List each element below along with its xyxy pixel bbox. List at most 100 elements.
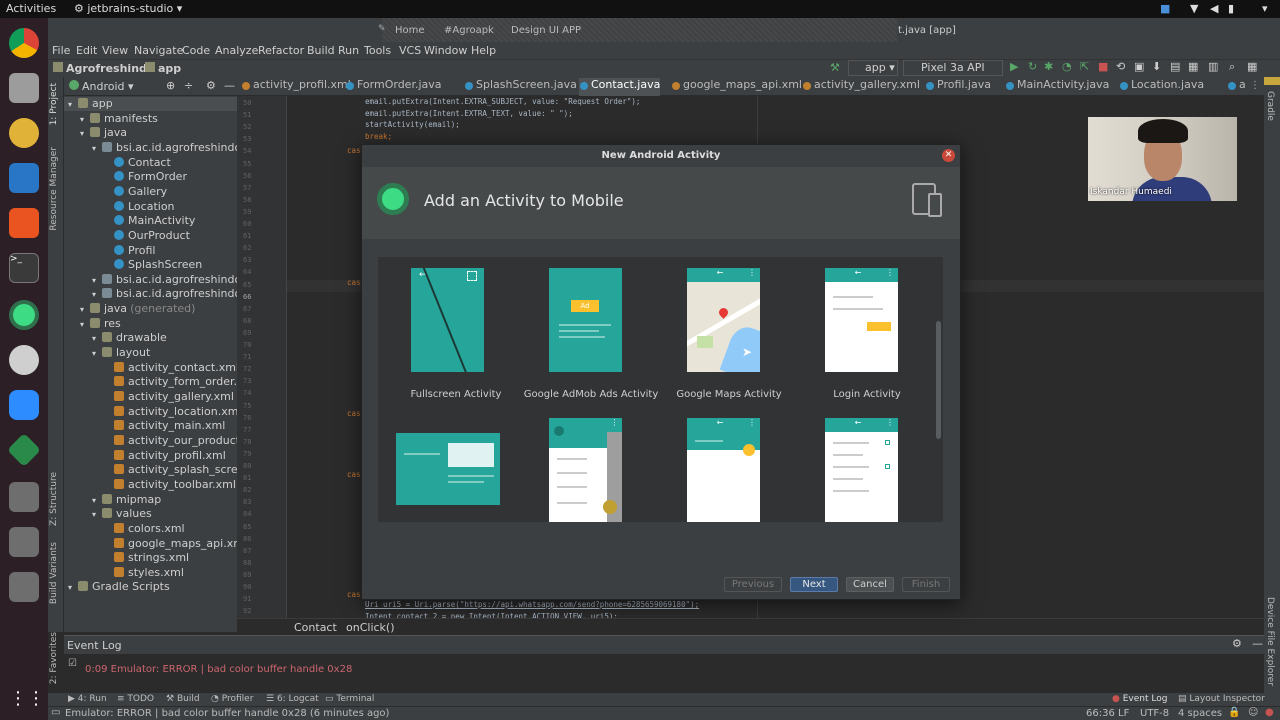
tree-item[interactable]: ▾ app bbox=[64, 97, 237, 111]
tree-item[interactable]: Contact bbox=[64, 156, 237, 170]
zoom-tray-icon[interactable]: ■ bbox=[1160, 2, 1170, 15]
debug-icon[interactable]: ✱ bbox=[1044, 60, 1053, 73]
template-maps-activity[interactable]: ← ⋮ Google Maps Activity bbox=[664, 268, 794, 408]
menu-run[interactable]: Run bbox=[338, 44, 359, 57]
tree-item[interactable]: ▾bsi.ac.id.agrofreshindo(te bbox=[64, 287, 237, 301]
avd-manager-icon[interactable]: ▣ bbox=[1134, 60, 1144, 73]
template-admob-activity[interactable]: Ad Google AdMob Ads Activity bbox=[524, 268, 658, 408]
expand-arrow-icon[interactable]: ▾ bbox=[80, 303, 90, 317]
finish-button[interactable]: Finish bbox=[902, 577, 950, 592]
volume-icon[interactable]: ◀ bbox=[1210, 2, 1218, 15]
tree-item[interactable]: ▾ java (generated) bbox=[64, 302, 237, 316]
breadcrumb-class[interactable]: Contact bbox=[294, 621, 337, 634]
chrome-icon[interactable] bbox=[9, 28, 39, 58]
expand-arrow-icon[interactable]: ▾ bbox=[92, 508, 102, 522]
tree-item[interactable]: ▾ java bbox=[64, 126, 237, 140]
android-sdk-icon[interactable] bbox=[7, 433, 41, 467]
nav-project[interactable]: Agrofreshindo bbox=[66, 62, 154, 75]
menu-view[interactable]: View bbox=[102, 44, 128, 57]
editor-tab[interactable]: Location.java bbox=[1119, 78, 1204, 96]
editor-tab[interactable]: activity_profil.xml bbox=[241, 78, 351, 96]
tree-item[interactable]: activity_splash_screen.x bbox=[64, 463, 237, 477]
device-select[interactable]: Pixel 3a API 28 ▾ bbox=[903, 60, 1003, 88]
hammer-icon[interactable]: ⚒ bbox=[830, 61, 840, 74]
expand-arrow-icon[interactable]: ▾ bbox=[80, 113, 90, 127]
sdk-icon[interactable]: ▦ bbox=[1247, 60, 1257, 73]
tree-item[interactable]: activity_profil.xml bbox=[64, 449, 237, 463]
event-log-tool-button[interactable]: ● Event Log bbox=[1112, 694, 1167, 704]
expand-arrow-icon[interactable]: ▾ bbox=[68, 581, 78, 595]
tree-item[interactable]: activity_toolbar.xml bbox=[64, 478, 237, 492]
template-login-activity[interactable]: ← ⋮ Login Activity bbox=[802, 268, 932, 408]
sdk-manager-icon[interactable]: ⬇ bbox=[1152, 60, 1161, 73]
gear-icon[interactable]: ⚙ bbox=[1232, 637, 1242, 650]
tree-item[interactable]: colors.xml bbox=[64, 522, 237, 536]
breadcrumb-method[interactable]: onClick() bbox=[346, 621, 395, 634]
expand-arrow-icon[interactable]: ▾ bbox=[80, 127, 90, 141]
tree-item[interactable]: ▾ mipmap bbox=[64, 493, 237, 507]
cancel-button[interactable]: Cancel bbox=[846, 577, 894, 592]
tree-item[interactable]: strings.xml bbox=[64, 551, 237, 565]
run-config-select[interactable]: app ▾ bbox=[848, 60, 898, 76]
gear-icon[interactable]: ⚙ bbox=[206, 79, 216, 92]
project-tool-tab[interactable]: 1: Project bbox=[49, 83, 59, 125]
usb-drive-icon[interactable] bbox=[9, 482, 39, 512]
menu-refactor[interactable]: Refactor bbox=[258, 44, 304, 57]
tree-item[interactable]: google_maps_api.xml(d bbox=[64, 537, 237, 551]
tab-agroapk[interactable]: #Agroapk bbox=[444, 25, 494, 36]
editor-tab[interactable]: MainActivity.java bbox=[1005, 78, 1109, 96]
run-icon[interactable]: ▶ bbox=[1010, 60, 1018, 73]
nav-module[interactable]: app bbox=[158, 62, 181, 75]
build-tool-button[interactable]: ⚒ Build bbox=[166, 694, 200, 704]
tab-home[interactable]: Home bbox=[395, 25, 425, 36]
minimize-icon[interactable]: — bbox=[1252, 637, 1263, 650]
resource-manager-tab[interactable]: Resource Manager bbox=[49, 147, 59, 231]
expand-arrow-icon[interactable]: ▾ bbox=[92, 347, 102, 361]
profile-icon[interactable]: ◔ bbox=[1062, 60, 1072, 73]
template-fullscreen-activity[interactable]: ← Fullscreen Activity bbox=[388, 268, 518, 408]
menu-tools[interactable]: Tools bbox=[364, 44, 391, 57]
software-center-icon[interactable] bbox=[9, 208, 39, 238]
terminal-tool-button[interactable]: ▭ Terminal bbox=[325, 694, 374, 704]
template-master-detail[interactable] bbox=[388, 418, 518, 522]
apply-changes-icon[interactable]: ↻ bbox=[1028, 60, 1037, 73]
layout-inspector-icon[interactable]: ▤ bbox=[1170, 60, 1180, 73]
menu-window[interactable]: Window bbox=[424, 44, 467, 57]
tree-item[interactable]: FormOrder bbox=[64, 170, 237, 184]
wifi-icon[interactable]: ▼ bbox=[1190, 2, 1198, 15]
usb-drive-icon[interactable] bbox=[9, 527, 39, 557]
menu-vcs[interactable]: VCS bbox=[399, 44, 421, 57]
editor-tab[interactable]: Contact.java bbox=[579, 78, 661, 96]
tree-item[interactable]: ▾ res bbox=[64, 317, 237, 331]
globe-icon[interactable]: ⊕ bbox=[166, 79, 175, 92]
tree-item[interactable]: Gallery bbox=[64, 185, 237, 199]
project-view-select[interactable]: Android ▾ bbox=[82, 80, 134, 93]
tree-item[interactable]: ▾ manifests bbox=[64, 112, 237, 126]
build-variants-tab[interactable]: Build Variants bbox=[49, 542, 59, 604]
menu-code[interactable]: Code bbox=[182, 44, 210, 57]
indent-setting[interactable]: 4 spaces bbox=[1178, 708, 1222, 719]
tree-item[interactable]: Profil bbox=[64, 244, 237, 258]
android-studio-icon[interactable] bbox=[9, 300, 39, 330]
tree-item[interactable]: Location bbox=[64, 200, 237, 214]
tree-item[interactable]: MainActivity bbox=[64, 214, 237, 228]
menu-analyze[interactable]: Analyze bbox=[215, 44, 258, 57]
more-tabs-icon[interactable]: ⋮ bbox=[1250, 80, 1260, 91]
status-toggle-icon[interactable]: ▭ bbox=[51, 707, 60, 718]
search-icon[interactable]: ⌕ bbox=[1229, 60, 1235, 74]
line-separator[interactable]: LF bbox=[1118, 708, 1129, 719]
caret-position[interactable]: 66:36 bbox=[1086, 708, 1115, 719]
device-file-explorer-tab[interactable]: Device File Explorer bbox=[1265, 597, 1275, 686]
expand-arrow-icon[interactable]: ▾ bbox=[92, 142, 102, 156]
tree-item[interactable]: activity_contact.xml bbox=[64, 361, 237, 375]
menu-help[interactable]: Help bbox=[471, 44, 496, 57]
stop-icon[interactable]: ■ bbox=[1098, 60, 1108, 73]
template-navigation-drawer[interactable]: ⋮ bbox=[526, 418, 656, 522]
previous-button[interactable]: Previous bbox=[724, 577, 782, 592]
expand-arrow-icon[interactable]: ▾ bbox=[80, 318, 90, 332]
collapse-icon[interactable]: ÷ bbox=[184, 79, 193, 92]
tree-item[interactable]: SplashScreen bbox=[64, 258, 237, 272]
power-menu-icon[interactable]: ▾ bbox=[1262, 2, 1268, 15]
next-button[interactable]: Next bbox=[790, 577, 838, 592]
battery-icon[interactable]: ▮ bbox=[1228, 2, 1234, 15]
